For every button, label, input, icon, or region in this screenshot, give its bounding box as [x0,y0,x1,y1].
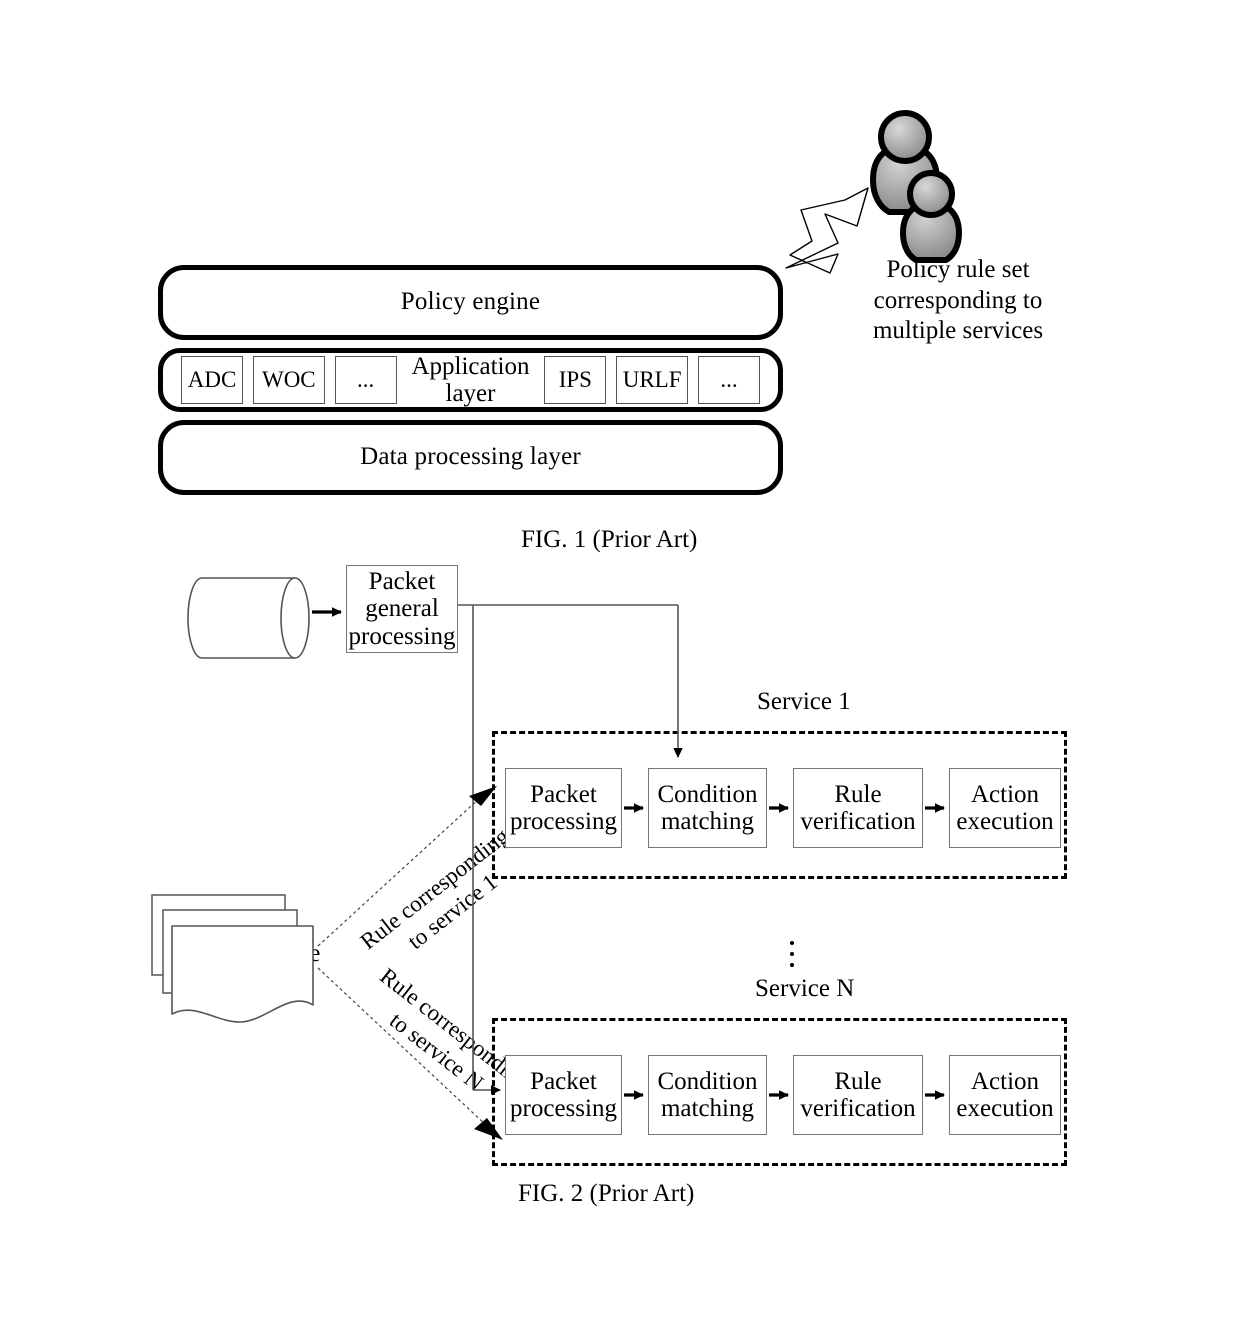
module-ips-label: IPS [558,367,592,392]
service-n-step-packet-processing: Packet processing [505,1055,622,1135]
service-n-title: Service N [755,975,855,1002]
service-1-step-1-line1: Packet [530,780,597,808]
two-people-icon [870,110,962,263]
policy-rule-set-line3: multiple services [872,317,1044,344]
policy-rule-set-line1: Policy rule set [886,256,1030,283]
policy-rule-set-line2: corresponding to [873,286,1043,314]
packet-general-processing-line1: Packet [368,567,436,595]
packet-general-processing-box: Packet general processing [346,565,458,653]
packet-general-processing-line2: general [365,595,439,623]
policy-engine-band: Policy engine [158,265,783,340]
multi-service-policy-rule-line2: policy rule [199,968,307,996]
module-left-ellipsis: ... [334,356,397,404]
policy-rule-set-annotation: Policy rule set corresponding to multipl… [868,255,1048,347]
service-n-step-1-line2: processing [510,1095,617,1122]
multi-service-policy-rule-label: Multi-service policy rule [168,940,338,997]
module-woc: WOC [252,356,325,404]
service-n-step-rule-verification: Rule verification [793,1055,923,1135]
service-n-step-condition-matching: Condition matching [648,1055,767,1135]
service-n-step-4-line2: execution [956,1095,1054,1122]
application-layer-center-label: Application layer [406,353,534,407]
packet-general-processing-line3: processing [348,622,456,650]
application-layer-center-line1: Application [411,353,530,380]
figure-sheet: Policy engine ADC WOC ... Application la… [0,0,1240,1344]
service-1-step-3-line2: verification [800,808,916,835]
service-1-step-4-line1: Action [970,780,1040,808]
figure2-caption: FIG. 2 (Prior Art) [518,1180,695,1207]
multi-service-policy-rule-line1: Multi-service [185,940,321,967]
module-right-ellipsis-label: ... [720,367,738,392]
module-left-ellipsis-label: ... [357,367,375,392]
module-adc-label: ADC [187,367,237,392]
service-1-step-action-execution: Action execution [949,768,1061,848]
policy-engine-label: Policy engine [400,288,541,316]
service-n-step-4-line1: Action [970,1067,1040,1095]
data-processing-layer-label: Data processing layer [360,443,581,471]
module-right-ellipsis: ... [697,356,760,404]
service-1-step-condition-matching: Condition matching [648,768,767,848]
service-1-title: Service 1 [757,688,851,715]
service-n-step-3-line2: verification [800,1095,916,1122]
service-1-step-rule-verification: Rule verification [793,768,923,848]
service-1-step-1-line2: processing [510,808,617,835]
application-layer-modules: ADC WOC ... Application layer IPS URLF .… [163,353,778,407]
service-n-step-3-line1: Rule [834,1067,882,1095]
application-layer-band: ADC WOC ... Application layer IPS URLF .… [158,348,783,412]
service-1-step-packet-processing: Packet processing [505,768,622,848]
figure1-caption: FIG. 1 (Prior Art) [521,526,698,553]
data-processing-layer-band: Data processing layer [158,420,783,495]
service-1-step-2-line2: matching [660,808,754,835]
network-data-line2: data [230,617,272,644]
service-n-step-2-line2: matching [660,1095,754,1122]
service-n-step-action-execution: Action execution [949,1055,1061,1135]
service-1-step-4-line2: execution [956,808,1054,835]
module-woc-label: WOC [261,367,316,392]
module-urlf: URLF [616,356,689,404]
application-layer-center-line2: layer [445,380,496,407]
module-ips: IPS [544,356,607,404]
callout-arrow-icon [785,187,869,274]
module-adc: ADC [181,356,243,404]
module-urlf-label: URLF [622,367,682,392]
services-ellipsis [786,934,798,967]
service-n-step-1-line1: Packet [530,1067,597,1095]
service-1-step-3-line1: Rule [834,780,882,808]
service-n-step-2-line1: Condition [657,1067,758,1095]
network-data-label: Network data [191,589,311,645]
network-data-line1: Network [207,589,295,616]
service-1-step-2-line1: Condition [657,780,758,808]
